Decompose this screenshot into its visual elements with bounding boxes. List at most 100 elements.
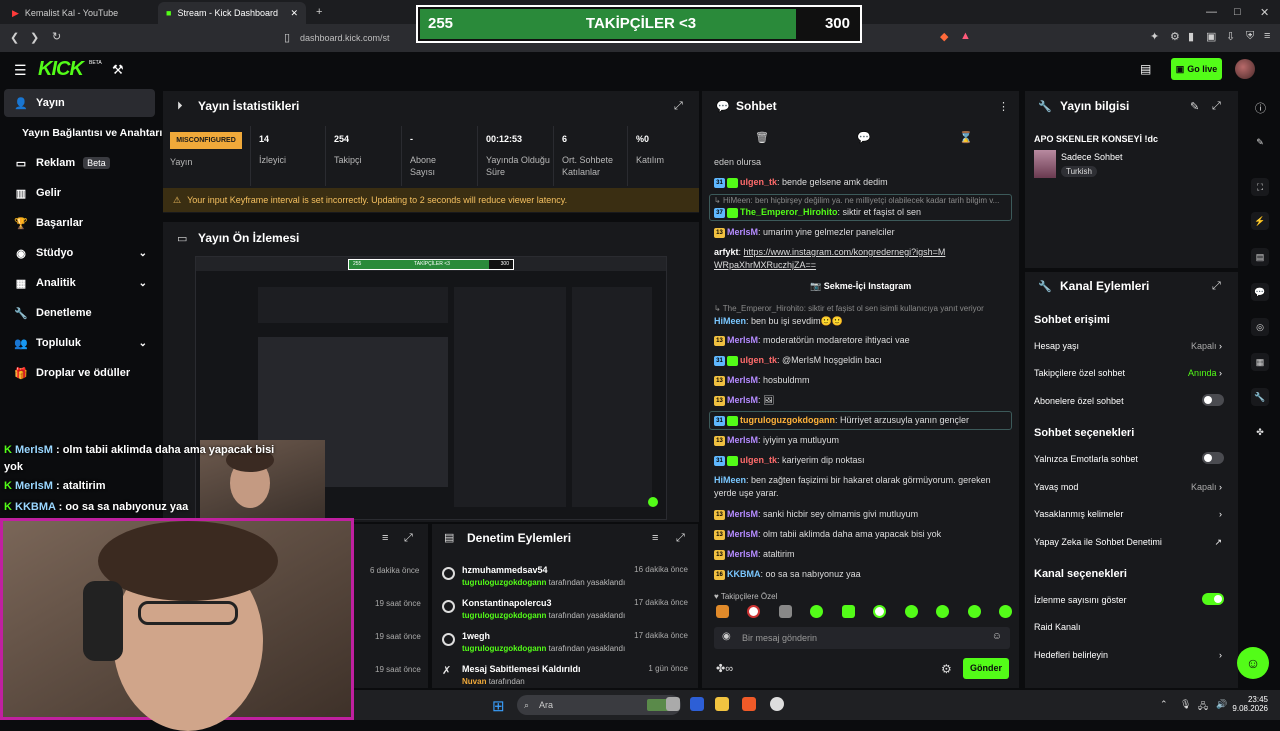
info-icon[interactable]: ⓘ: [1255, 100, 1266, 116]
brave-icon[interactable]: [742, 697, 756, 711]
brave-shield-icon[interactable]: ◆: [940, 30, 948, 43]
taskview-icon[interactable]: [666, 697, 680, 711]
bolt-icon[interactable]: ⚡: [1251, 212, 1269, 230]
subscribers-only-toggle[interactable]: [1202, 394, 1224, 406]
avatar[interactable]: [1235, 59, 1255, 79]
taskbar-search[interactable]: ⌕ Ara: [517, 695, 681, 715]
mic-icon[interactable]: 🎙: [1180, 699, 1191, 710]
broadcast-icon[interactable]: ▤: [1140, 62, 1151, 76]
sidebar-toggle-icon[interactable]: ▮: [1188, 30, 1194, 43]
back-icon[interactable]: ❮: [10, 31, 19, 44]
popout-icon[interactable]: ⤢: [1212, 280, 1221, 293]
new-tab-icon[interactable]: +: [316, 6, 322, 18]
category-name[interactable]: Sadece Sohbet: [1061, 152, 1123, 162]
menu-icon[interactable]: ≡: [1264, 30, 1270, 42]
popout-icon[interactable]: ⤢: [1212, 100, 1221, 113]
layout-icon[interactable]: ▦: [1251, 353, 1269, 371]
chat-username[interactable]: HiMeen: [714, 316, 746, 326]
emote-icon[interactable]: [716, 605, 729, 618]
emote-icon[interactable]: [936, 605, 950, 618]
chat-username[interactable]: The_Emperor_Hirohito: [740, 207, 838, 217]
windows-start-icon[interactable]: ⊞: [492, 697, 505, 715]
instagram-embed-button[interactable]: 📷 Sekme-İçi Instagram: [810, 281, 911, 292]
sidebar-item-moderation[interactable]: 🔧 Denetleme: [4, 299, 155, 327]
sidebar-item-ads[interactable]: ▭ Reklam Beta: [4, 149, 155, 177]
emote-icon[interactable]: [841, 605, 855, 618]
chat-rail-icon[interactable]: 💬: [1251, 283, 1269, 301]
filter-icon[interactable]: ≡: [652, 532, 658, 544]
viewcount-toggle[interactable]: [1202, 593, 1224, 605]
sidebar-item-community[interactable]: 👥 Topluluk ⌄: [4, 329, 155, 357]
chat-username[interactable]: ulgen_tk: [740, 177, 777, 187]
chat-username[interactable]: MerIsM: [727, 509, 758, 519]
sidebar-item-achievements[interactable]: 🏆 Başarılar: [4, 209, 155, 237]
sidebar-item-stream[interactable]: 👤 Yayın: [4, 89, 155, 117]
setting-raid-channel[interactable]: Raid Kanalı: [1034, 622, 1230, 632]
chat-username[interactable]: MerIsM: [727, 529, 758, 539]
chat-username[interactable]: KKBMA: [727, 569, 761, 579]
maximize-icon[interactable]: □: [1234, 6, 1241, 18]
popout-icon[interactable]: ⤢: [404, 532, 413, 545]
setting-ai-moderation[interactable]: Yapay Zeka ile Sohbet Denetimi ↗: [1034, 537, 1230, 547]
url-field[interactable]: dashboard.kick.com/st: [300, 30, 420, 46]
chat-link[interactable]: https://www.instagram.com/kongredernegi?…: [714, 247, 945, 270]
broadcast-rail-icon[interactable]: ◎: [1251, 318, 1269, 336]
expand-icon[interactable]: ⛶: [1251, 178, 1269, 196]
tab-kick-dashboard[interactable]: ■ Stream - Kick Dashboard ✕: [158, 2, 306, 24]
chat-username[interactable]: MerIsM: [727, 549, 758, 559]
send-button[interactable]: Gönder: [963, 658, 1009, 679]
moderator-name[interactable]: tugruloguzgokdogann: [462, 578, 546, 587]
reload-icon[interactable]: ↻: [52, 30, 61, 43]
hammer-icon[interactable]: ⚒: [112, 62, 124, 78]
more-icon[interactable]: ⋮: [998, 100, 1009, 113]
moderator-name[interactable]: tugruloguzgokdogann: [462, 611, 546, 620]
clock[interactable]: 23:45 9.08.2026: [1232, 695, 1268, 713]
moderator-name[interactable]: Nuvan: [462, 677, 486, 686]
chat-username[interactable]: arfykt: [714, 247, 739, 257]
setting-slow-mode[interactable]: Yavaş mod Kapalı ›: [1034, 482, 1230, 492]
chat-username[interactable]: tugruloguzgokdogann: [740, 415, 835, 425]
kick-logo[interactable]: KICK: [38, 58, 84, 81]
apps-icon[interactable]: ✤: [1251, 423, 1269, 441]
tab-youtube[interactable]: ▶ Kemalist Kal - YouTube: [4, 2, 154, 24]
popout-icon[interactable]: ⤢: [674, 100, 683, 113]
points-icon[interactable]: ✤∞: [716, 662, 733, 675]
vpn-icon[interactable]: ⛨: [1246, 30, 1254, 43]
category-thumbnail[interactable]: [1034, 150, 1056, 178]
setting-followers-only[interactable]: Takipçilere özel sohbet Anında ›: [1034, 368, 1230, 378]
emote-icon[interactable]: [873, 605, 887, 618]
emote-icon[interactable]: [810, 605, 824, 618]
trash-icon[interactable]: 🗑: [755, 131, 769, 144]
edit-icon[interactable]: ✎: [1190, 100, 1199, 113]
sidebar-item-revenue[interactable]: ▥ Gelir: [4, 179, 155, 207]
emote-icon[interactable]: [747, 605, 761, 618]
emoji-icon[interactable]: ☺: [992, 631, 1002, 642]
bookmark-icon[interactable]: ▯: [284, 31, 290, 44]
setting-account-age[interactable]: Hesap yaşı Kapalı ›: [1034, 341, 1230, 351]
emote-icon[interactable]: [998, 605, 1012, 618]
emote-icon[interactable]: [904, 605, 918, 618]
app-icon[interactable]: [690, 697, 704, 711]
sidebar-item-studio[interactable]: ◉ Stüdyo ⌄: [4, 239, 155, 267]
minimize-icon[interactable]: —: [1206, 6, 1217, 18]
close-window-icon[interactable]: ✕: [1260, 6, 1269, 19]
puzzle-icon[interactable]: ⚙: [1170, 30, 1180, 43]
app-icon[interactable]: [770, 697, 784, 711]
hamburger-icon[interactable]: ☰: [14, 62, 27, 79]
setting-goals[interactable]: Hedefleri belirleyin ›: [1034, 650, 1230, 660]
chat-input-box[interactable]: ◉ Bir mesaj gönderin ☺: [714, 627, 1010, 649]
sidebar-item-stream-key[interactable]: Yayın Bağlantısı ve Anahtarı: [4, 119, 162, 147]
hourglass-icon[interactable]: ⌛: [959, 131, 973, 144]
filter-icon[interactable]: ≡: [382, 532, 388, 544]
emote-icon[interactable]: [778, 605, 792, 618]
download-icon[interactable]: ⇩: [1226, 30, 1235, 43]
gear-icon[interactable]: ⚙: [941, 662, 952, 676]
folder-icon[interactable]: [715, 697, 729, 711]
tray-chevron-icon[interactable]: ⌃: [1160, 699, 1168, 710]
chat-username[interactable]: MerIsM: [727, 335, 758, 345]
chat-username[interactable]: MerIsM: [727, 375, 758, 385]
chat-username[interactable]: MerIsM: [727, 435, 758, 445]
chat-username[interactable]: ulgen_tk: [740, 455, 777, 465]
chat-username[interactable]: MerIsM: [727, 227, 758, 237]
close-icon[interactable]: ✕: [290, 8, 298, 19]
